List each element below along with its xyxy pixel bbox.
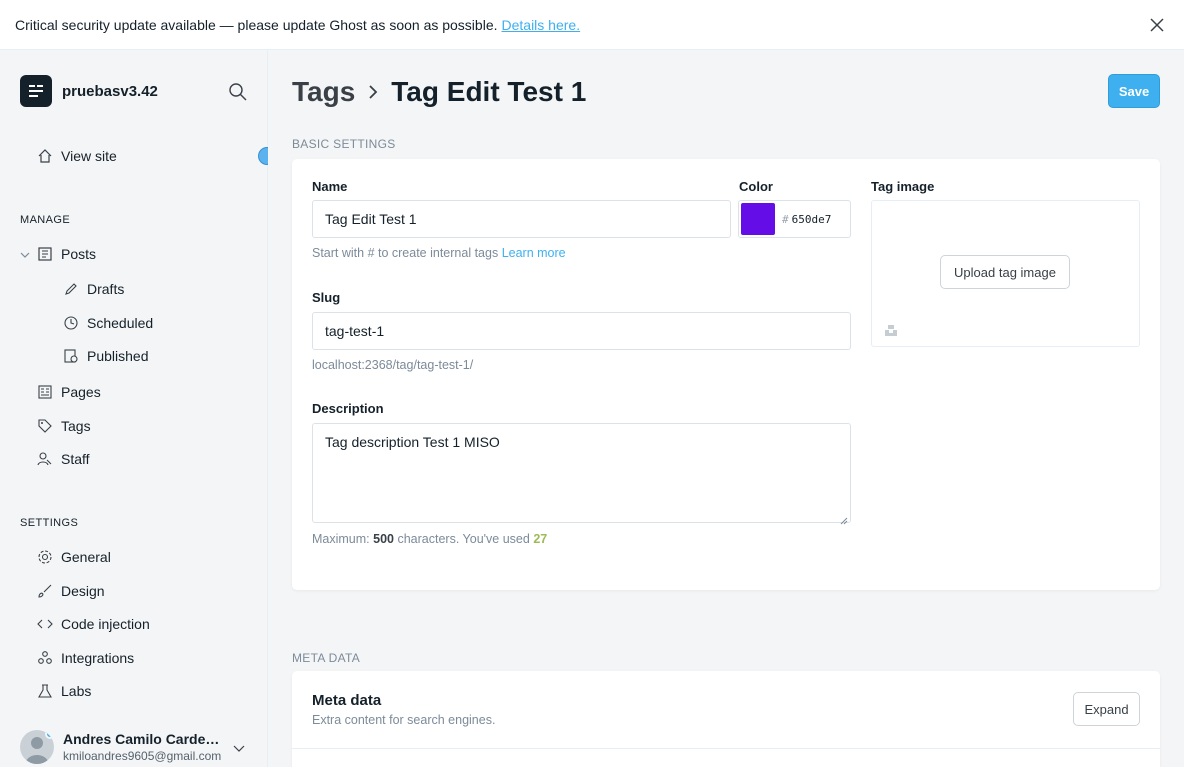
sidebar-item-labs[interactable]: Labs — [36, 679, 91, 703]
color-label: Color — [739, 179, 773, 194]
pages-icon — [36, 383, 54, 401]
sidebar-item-scheduled[interactable]: Scheduled — [62, 311, 153, 335]
update-banner: Critical security update available — ple… — [0, 0, 1184, 50]
count-max: 500 — [373, 532, 394, 546]
sidebar-item-posts[interactable]: Posts — [36, 242, 96, 266]
ghost-logo-icon — [20, 75, 52, 107]
banner-details-link[interactable]: Details here. — [502, 17, 581, 33]
general-label: General — [61, 549, 111, 565]
home-icon — [36, 147, 54, 165]
breadcrumb: Tags Tag Edit Test 1 — [292, 76, 586, 108]
close-icon[interactable] — [1148, 16, 1166, 34]
sidebar-item-tags[interactable]: Tags — [36, 414, 91, 438]
tag-image-uploader: Upload tag image — [871, 200, 1140, 347]
code-icon — [36, 615, 54, 633]
sidebar: pruebasv3.42 View site MANAGE Posts Draf… — [0, 50, 276, 767]
user-name: Andres Camilo Cardenas — [63, 731, 225, 747]
sidebar-item-general[interactable]: General — [36, 545, 111, 569]
online-badge — [45, 730, 54, 739]
code-injection-label: Code injection — [61, 616, 150, 632]
banner-text: Critical security update available — ple… — [15, 16, 498, 33]
breadcrumb-tags-link[interactable]: Tags — [292, 76, 355, 108]
count-mid: characters. You've used — [397, 532, 530, 546]
main-content: Tags Tag Edit Test 1 Save BASIC SETTINGS… — [268, 50, 1184, 767]
color-swatch[interactable] — [741, 203, 775, 235]
chevron-right-icon — [365, 84, 381, 100]
basic-settings-card: Name Tag Edit Test 1 Start with # to cre… — [292, 159, 1160, 590]
description-value: Tag description Test 1 MISO — [325, 434, 500, 450]
chevron-down-icon[interactable] — [19, 248, 31, 260]
drafts-label: Drafts — [87, 281, 125, 297]
name-hint-text: Start with # to create internal tags — [312, 246, 499, 260]
meta-data-card: Meta data Extra content for search engin… — [292, 671, 1160, 767]
tag-image-label: Tag image — [871, 179, 935, 194]
basic-settings-title: BASIC SETTINGS — [292, 137, 396, 151]
slug-label: Slug — [312, 290, 341, 305]
gear-icon — [36, 548, 54, 566]
sidebar-item-published[interactable]: Published — [62, 344, 149, 368]
sidebar-item-integrations[interactable]: Integrations — [36, 646, 134, 670]
resize-handle-icon[interactable] — [840, 512, 848, 525]
color-hash: # — [782, 212, 789, 226]
user-email: kmiloandres9605@gmail.com — [63, 749, 222, 763]
name-input[interactable]: Tag Edit Test 1 — [312, 200, 731, 238]
meta-data-heading: Meta data — [312, 692, 382, 709]
color-field[interactable]: # 650de7 — [738, 200, 851, 238]
sidebar-item-design[interactable]: Design — [36, 579, 105, 603]
slug-url: localhost:2368/tag/tag-test-1/ — [312, 358, 474, 372]
sidebar-item-staff[interactable]: Staff — [36, 447, 90, 471]
design-label: Design — [61, 583, 105, 599]
count-used: 27 — [533, 532, 548, 546]
expand-button[interactable]: Expand — [1073, 692, 1140, 726]
description-textarea[interactable]: Tag description Test 1 MISO — [312, 423, 851, 525]
character-count: Maximum: 500 characters. You've used 27 — [312, 532, 547, 546]
user-menu[interactable]: Andres Camilo Cardenas kmiloandres9605@g… — [20, 727, 256, 767]
search-icon[interactable] — [228, 82, 248, 102]
learn-more-link[interactable]: Learn more — [502, 246, 566, 260]
pages-label: Pages — [61, 384, 101, 400]
posts-icon — [36, 245, 54, 263]
posts-label: Posts — [61, 246, 97, 262]
integrations-label: Integrations — [61, 650, 135, 666]
upload-tag-image-button[interactable]: Upload tag image — [940, 255, 1070, 289]
tags-label: Tags — [61, 418, 91, 434]
name-label: Name — [312, 179, 348, 194]
site-name: pruebasv3.42 — [62, 82, 158, 100]
color-hex-input[interactable]: 650de7 — [792, 213, 832, 226]
brush-icon — [36, 582, 54, 600]
count-prefix: Maximum: — [312, 532, 370, 546]
unsplash-icon[interactable] — [884, 323, 898, 337]
meta-data-title: META DATA — [292, 651, 361, 665]
sidebar-item-view-site[interactable]: View site — [36, 144, 117, 168]
name-hint: Start with # to create internal tags Lea… — [312, 246, 566, 260]
flask-icon — [36, 682, 54, 700]
sidebar-item-drafts[interactable]: Drafts — [62, 277, 124, 301]
tag-icon — [36, 417, 54, 435]
avatar — [20, 730, 54, 764]
scheduled-label: Scheduled — [87, 315, 154, 331]
published-label: Published — [87, 348, 149, 364]
save-button[interactable]: Save — [1108, 74, 1160, 108]
manage-title: MANAGE — [20, 214, 71, 226]
labs-label: Labs — [61, 683, 92, 699]
meta-data-subtitle: Extra content for search engines. — [312, 713, 496, 727]
published-icon — [62, 347, 80, 365]
chevron-down-icon[interactable] — [232, 741, 246, 755]
settings-title: SETTINGS — [20, 517, 79, 529]
clock-icon — [62, 314, 80, 332]
staff-icon — [36, 450, 54, 468]
integrations-icon — [36, 649, 54, 667]
sidebar-item-code-injection[interactable]: Code injection — [36, 612, 150, 636]
description-label: Description — [312, 401, 384, 416]
divider — [292, 748, 1160, 749]
view-site-label: View site — [61, 148, 117, 164]
sidebar-item-pages[interactable]: Pages — [36, 380, 101, 404]
page-title: Tag Edit Test 1 — [391, 76, 587, 107]
slug-input[interactable]: tag-test-1 — [312, 312, 851, 350]
brand[interactable]: pruebasv3.42 — [20, 75, 158, 107]
staff-label: Staff — [61, 451, 90, 467]
pencil-icon — [62, 280, 80, 298]
